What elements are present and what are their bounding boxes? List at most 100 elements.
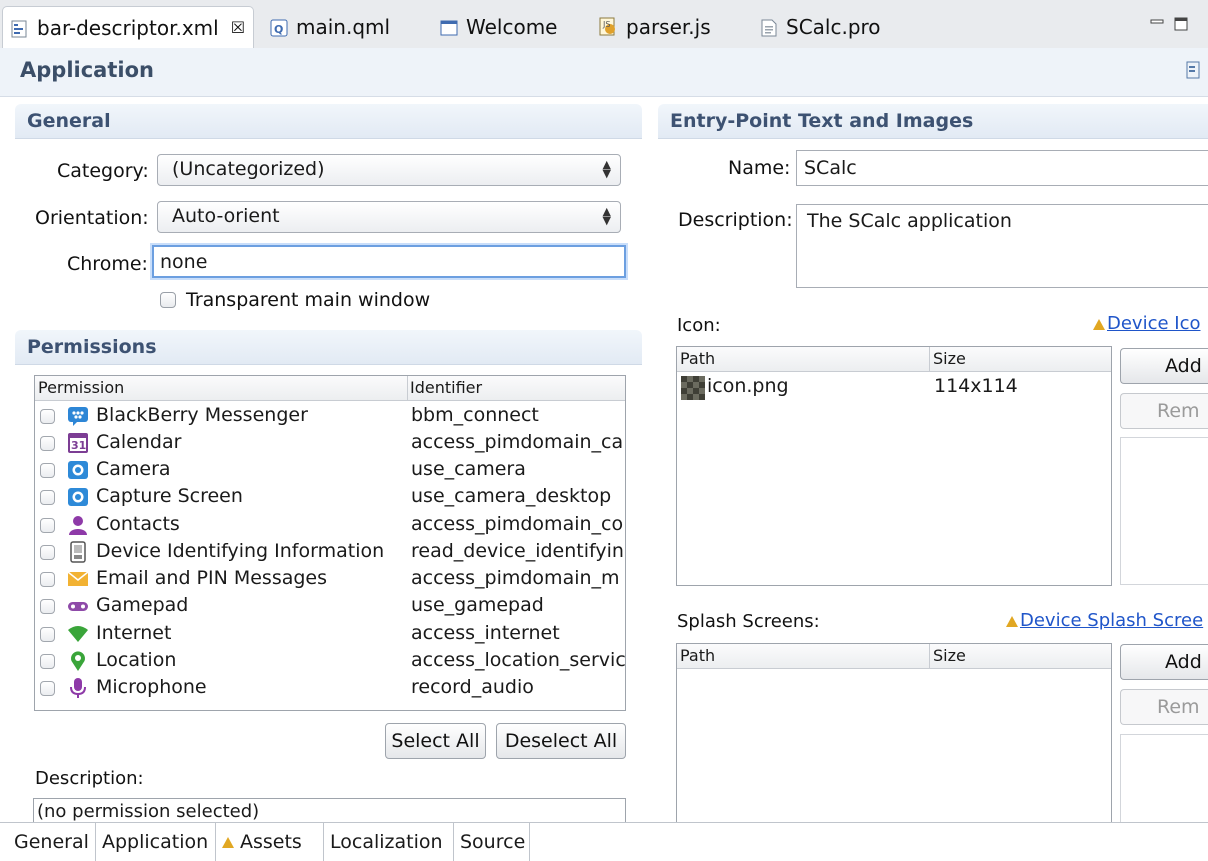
table-row[interactable]: icon.png 114x114 bbox=[677, 374, 1111, 401]
page-tab-assets[interactable]: Assets bbox=[216, 823, 324, 861]
category-value: (Uncategorized) bbox=[172, 158, 325, 180]
column-header-identifier[interactable]: Identifier bbox=[407, 376, 482, 400]
entry-point-section-title: Entry-Point Text and Images bbox=[670, 110, 974, 132]
device-icon bbox=[67, 541, 89, 563]
column-header-path[interactable]: Path bbox=[680, 349, 715, 368]
page-tab-localization[interactable]: Localization bbox=[324, 823, 454, 861]
permission-name: Email and PIN Messages bbox=[96, 567, 328, 589]
permission-checkbox[interactable] bbox=[40, 490, 55, 505]
page-tab-application[interactable]: Application bbox=[96, 823, 216, 861]
remove-icon-button[interactable]: Rem bbox=[1120, 393, 1208, 429]
permission-description-value: (no permission selected) bbox=[37, 801, 260, 822]
column-header-size[interactable]: Size bbox=[929, 347, 966, 371]
permission-name: Location bbox=[96, 649, 177, 671]
qml-file-icon: Q bbox=[270, 18, 288, 37]
icon-label: Icon: bbox=[677, 315, 721, 336]
column-header-size[interactable]: Size bbox=[929, 644, 966, 668]
category-select[interactable]: (Uncategorized) ▲ ▼ bbox=[157, 154, 621, 186]
permission-identifier: use_camera bbox=[411, 458, 526, 480]
table-row[interactable]: BlackBerry Messenger bbm_connect bbox=[35, 403, 625, 430]
entry-description-value: The SCalc application bbox=[807, 210, 1012, 232]
orientation-value: Auto-orient bbox=[172, 205, 280, 227]
splash-preview-area bbox=[1120, 734, 1208, 824]
permission-identifier: use_gamepad bbox=[411, 594, 544, 616]
permission-checkbox[interactable] bbox=[40, 654, 55, 669]
permissions-section-header: Permissions bbox=[15, 330, 642, 365]
permission-identifier: access_pimdomain_ca bbox=[411, 431, 624, 453]
permission-checkbox[interactable] bbox=[40, 627, 55, 642]
table-row[interactable]: Camera use_camera bbox=[35, 457, 625, 484]
table-row[interactable]: Location access_location_servic bbox=[35, 648, 625, 675]
js-file-icon: JS bbox=[598, 17, 618, 37]
tab-bar-descriptor[interactable]: bar-descriptor.xml ☒ bbox=[2, 6, 254, 48]
tab-welcome[interactable]: Welcome bbox=[440, 6, 557, 48]
table-row[interactable]: Internet access_internet bbox=[35, 621, 625, 648]
tab-label: main.qml bbox=[296, 15, 391, 39]
splash-screens-label: Splash Screens: bbox=[677, 611, 820, 632]
table-row[interactable]: 31 Calendar access_pimdomain_ca bbox=[35, 430, 625, 457]
permission-checkbox[interactable] bbox=[40, 681, 55, 696]
calendar-icon: 31 bbox=[67, 432, 89, 454]
icon-preview-area bbox=[1120, 437, 1208, 585]
permission-checkbox[interactable] bbox=[40, 545, 55, 560]
warning-icon bbox=[1006, 615, 1018, 627]
table-row[interactable]: Email and PIN Messages access_pimdomain_… bbox=[35, 566, 625, 593]
orientation-label: Orientation: bbox=[35, 207, 149, 229]
add-icon-button[interactable]: Add bbox=[1120, 348, 1208, 384]
minimize-icon[interactable] bbox=[1150, 14, 1164, 28]
svg-text:JS: JS bbox=[602, 20, 610, 29]
page-tab-assets-label: Assets bbox=[240, 831, 302, 853]
editor-page-tabs: General Application Assets Localization … bbox=[0, 822, 1208, 861]
tab-main-qml[interactable]: Q main.qml bbox=[270, 6, 390, 48]
permission-checkbox[interactable] bbox=[40, 409, 55, 424]
permission-name: Contacts bbox=[96, 513, 180, 535]
select-arrows-icon: ▲ ▼ bbox=[602, 205, 611, 227]
tab-parser-js[interactable]: JS parser.js bbox=[598, 6, 711, 48]
name-input[interactable]: SCalc bbox=[796, 150, 1208, 186]
entry-description-input[interactable]: The SCalc application bbox=[796, 204, 1208, 288]
chrome-input[interactable]: none bbox=[152, 245, 626, 278]
maximize-icon[interactable] bbox=[1174, 14, 1188, 31]
chrome-value: none bbox=[160, 251, 208, 273]
email-icon bbox=[67, 568, 89, 590]
location-icon bbox=[67, 650, 89, 672]
welcome-window-icon bbox=[440, 18, 458, 36]
capture-screen-icon bbox=[67, 486, 89, 508]
transparent-window-checkbox[interactable] bbox=[160, 292, 176, 308]
table-row[interactable]: Capture Screen use_camera_desktop bbox=[35, 484, 625, 511]
tab-scalc-pro[interactable]: SCalc.pro bbox=[760, 6, 881, 48]
close-tab-icon[interactable]: ☒ bbox=[231, 18, 245, 37]
permission-checkbox[interactable] bbox=[40, 599, 55, 614]
table-row[interactable]: Microphone record_audio bbox=[35, 675, 625, 702]
device-icons-link-text: Device Ico bbox=[1107, 313, 1201, 334]
column-header-permission[interactable]: Permission bbox=[38, 378, 124, 397]
permission-checkbox[interactable] bbox=[40, 463, 55, 478]
table-row[interactable]: Device Identifying Information read_devi… bbox=[35, 539, 625, 566]
page-tab-general[interactable]: General bbox=[8, 823, 96, 861]
permission-checkbox[interactable] bbox=[40, 436, 55, 451]
gamepad-icon bbox=[67, 595, 89, 617]
table-row[interactable]: Contacts access_pimdomain_co bbox=[35, 512, 625, 539]
permission-identifier: record_audio bbox=[411, 676, 534, 698]
device-icons-link[interactable]: Device Ico bbox=[1093, 313, 1201, 334]
remove-splash-button[interactable]: Rem bbox=[1120, 689, 1208, 725]
device-splash-link[interactable]: Device Splash Scree bbox=[1006, 610, 1203, 631]
column-header-path[interactable]: Path bbox=[680, 646, 715, 665]
page-header: Application bbox=[0, 48, 1208, 97]
orientation-select[interactable]: Auto-orient ▲ ▼ bbox=[157, 201, 621, 233]
permission-name: Gamepad bbox=[96, 594, 189, 616]
tab-label: parser.js bbox=[626, 15, 711, 39]
select-all-button[interactable]: Select All bbox=[385, 723, 486, 759]
permission-name: Camera bbox=[96, 458, 171, 480]
permission-checkbox[interactable] bbox=[40, 572, 55, 587]
deselect-all-button[interactable]: Deselect All bbox=[496, 723, 626, 759]
permission-checkbox[interactable] bbox=[40, 518, 55, 533]
page-tab-source[interactable]: Source bbox=[454, 823, 530, 861]
select-arrows-icon: ▲ ▼ bbox=[602, 158, 611, 180]
toolbar-help-icon[interactable] bbox=[1186, 60, 1200, 85]
tab-label: bar-descriptor.xml bbox=[37, 15, 219, 40]
table-row[interactable]: Gamepad use_gamepad bbox=[35, 593, 625, 620]
permission-identifier: access_location_servic bbox=[411, 649, 626, 671]
name-label: Name: bbox=[728, 157, 791, 179]
add-splash-button[interactable]: Add bbox=[1120, 644, 1208, 680]
